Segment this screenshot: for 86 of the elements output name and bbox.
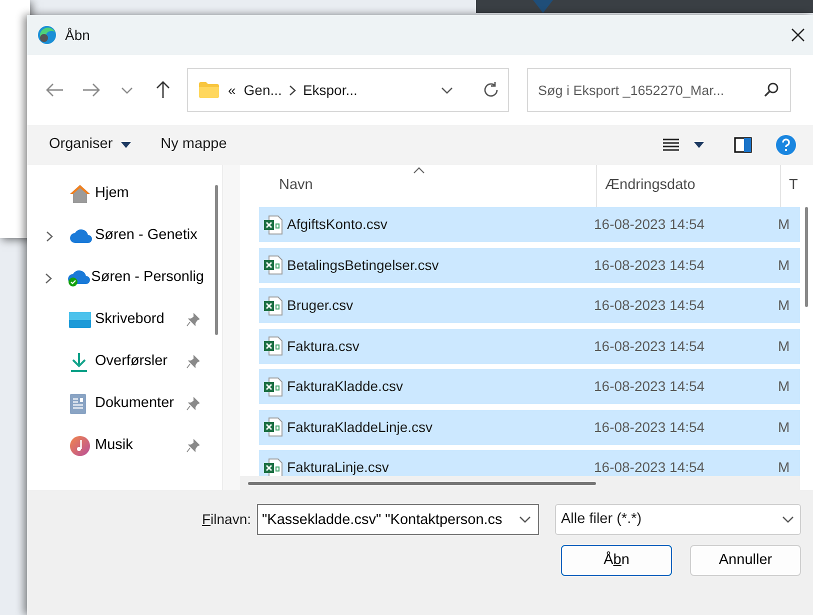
new-folder-button[interactable]: Ny mappe <box>152 130 235 160</box>
file-name: FakturaKladde.csv <box>287 377 403 396</box>
spreadsheet-file-icon <box>263 417 283 437</box>
file-row[interactable]: Faktura.csv 16-08-2023 14:54 M <box>259 328 800 364</box>
cloud-synced-icon <box>67 269 92 287</box>
spreadsheet-file-icon <box>263 255 283 275</box>
file-row[interactable]: FakturaKladdeLinje.csv 16-08-2023 14:54 M <box>259 410 800 444</box>
refresh-icon[interactable] <box>482 81 500 99</box>
sort-ascending-icon <box>413 167 425 174</box>
file-row[interactable]: BetalingsBetingelser.csv 16-08-2023 14:54 M <box>259 248 800 282</box>
file-type: M <box>778 458 791 477</box>
sidebar-item[interactable]: Hjem <box>27 173 210 215</box>
cancel-button[interactable]: Annuller <box>690 545 801 576</box>
file-name: Bruger.csv <box>287 296 354 315</box>
modified-date: 16-08-2023 14:54 <box>594 377 706 396</box>
help-icon <box>775 134 797 156</box>
modified-date: 16-08-2023 14:54 <box>594 458 706 477</box>
cloud-icon <box>69 228 93 244</box>
preview-pane-icon <box>734 137 752 153</box>
filename-field[interactable]: "Kassekladde.csv" "Kontaktperson.cs <box>257 504 539 535</box>
column-header[interactable]: T <box>781 165 798 207</box>
file-type: M <box>778 336 791 356</box>
spreadsheet-file-icon <box>263 296 283 316</box>
up-arrow-icon <box>156 81 170 99</box>
document-icon <box>69 393 87 415</box>
forward-arrow-icon <box>82 83 100 97</box>
address-bar[interactable]: « Gen... Ekspor... <box>187 68 509 112</box>
breadcrumb-item[interactable]: Gen... <box>244 80 282 100</box>
file-name: FakturaKladdeLinje.csv <box>287 418 433 437</box>
organize-menu-button[interactable]: Organiser <box>41 130 139 160</box>
sidebar-item[interactable]: Overførsler <box>27 341 210 383</box>
spreadsheet-file-icon <box>263 214 283 234</box>
file-name: BetalingsBetingelser.csv <box>287 256 439 275</box>
modified-date: 16-08-2023 14:54 <box>594 256 706 274</box>
scrollbar-thumb[interactable] <box>248 482 596 485</box>
modified-date: 16-08-2023 14:54 <box>594 215 706 234</box>
file-type: M <box>778 256 791 274</box>
music-icon <box>69 435 91 457</box>
file-row[interactable]: Bruger.csv 16-08-2023 14:54 M <box>259 288 800 323</box>
chevron-down-icon <box>121 86 133 94</box>
home-icon <box>69 184 91 204</box>
arrow-icon <box>533 0 553 13</box>
spreadsheet-file-icon <box>263 376 283 396</box>
file-type: M <box>778 296 791 315</box>
chevron-down-icon[interactable] <box>441 86 453 94</box>
scrollbar-thumb[interactable] <box>215 185 218 335</box>
modified-date: 16-08-2023 14:54 <box>594 418 706 436</box>
sidebar-item[interactable]: Søren - Genetix <box>27 215 210 257</box>
file-name: FakturaLinje.csv <box>287 458 389 477</box>
desktop-icon <box>69 312 91 328</box>
file-row[interactable]: FakturaKladde.csv 16-08-2023 14:54 M <box>259 369 800 404</box>
open-button[interactable]: Åbn <box>561 545 672 576</box>
search-field[interactable]: Søg i Eksport _1652270_Mar... <box>527 68 791 112</box>
sidebar-item[interactable]: Søren - Personlig <box>27 257 210 299</box>
caret-icon <box>694 142 704 148</box>
scrollbar-thumb[interactable] <box>805 207 808 307</box>
chevron-right-icon <box>288 84 296 96</box>
app-icon <box>37 25 57 45</box>
file-name: Faktura.csv <box>287 336 360 356</box>
spreadsheet-file-icon <box>263 458 283 478</box>
caret-icon <box>120 142 131 148</box>
chevron-down-icon[interactable] <box>519 516 531 523</box>
sidebar-item[interactable]: Musik <box>27 425 210 467</box>
file-type-dropdown[interactable]: Alle filer (*.*) <box>555 504 801 535</box>
spreadsheet-file-icon <box>263 336 283 356</box>
sidebar-item[interactable]: Dokumenter <box>27 383 210 425</box>
file-type: M <box>778 377 791 396</box>
sidebar-item[interactable]: Skrivebord <box>27 299 210 341</box>
breadcrumb-item[interactable]: Ekspor... <box>302 80 358 100</box>
breadcrumb-overflow[interactable]: « <box>228 80 236 100</box>
back-arrow-icon <box>46 83 64 97</box>
close-icon <box>791 28 805 42</box>
file-type-value: Alle filer (*.*) <box>561 510 642 529</box>
filename-label: Filnavn: <box>202 510 251 529</box>
modified-date: 16-08-2023 14:54 <box>594 296 706 315</box>
download-icon <box>69 352 89 372</box>
file-type: M <box>778 215 791 234</box>
list-view-icon <box>663 138 679 152</box>
window-title: Åbn <box>65 26 90 44</box>
file-type: M <box>778 418 791 436</box>
modified-date: 16-08-2023 14:54 <box>594 336 706 356</box>
file-name: AfgiftsKonto.csv <box>287 215 388 234</box>
folder-icon <box>198 81 220 99</box>
chevron-down-icon <box>782 516 794 523</box>
file-row[interactable]: AfgiftsKonto.csv 16-08-2023 14:54 M <box>259 207 800 242</box>
search-icon <box>763 82 779 98</box>
